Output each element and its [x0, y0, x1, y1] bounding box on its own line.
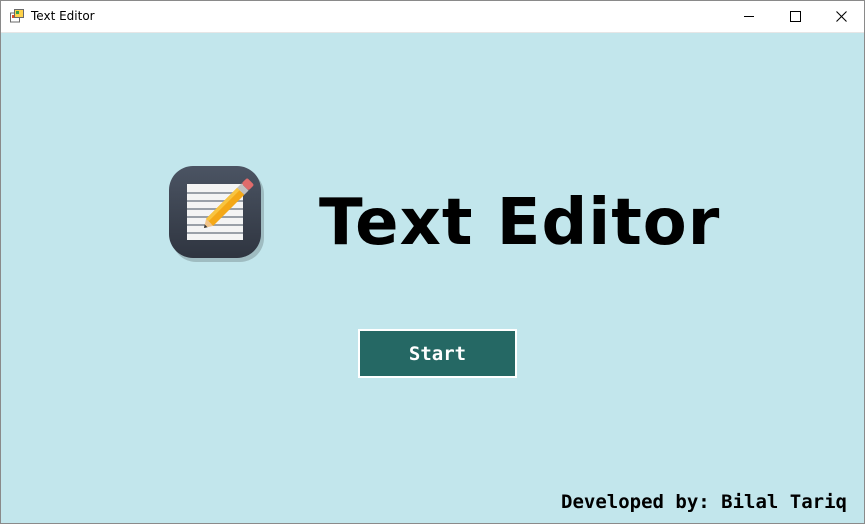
maximize-button[interactable]: [772, 1, 818, 32]
window-title: Text Editor: [31, 9, 95, 23]
start-button[interactable]: Start: [358, 329, 517, 378]
developer-credit: Developed by: Bilal Tariq: [561, 491, 847, 513]
main-panel: Text Editor Start Developed by: Bilal Ta…: [1, 33, 864, 523]
close-button[interactable]: [818, 1, 864, 32]
app-title: Text Editor: [319, 186, 721, 260]
close-icon: [835, 11, 847, 22]
notepad-pencil-icon: [169, 166, 264, 262]
maximize-icon: [789, 11, 801, 22]
app-icon: [10, 9, 24, 23]
minimize-icon: [743, 16, 754, 17]
minimize-button[interactable]: [726, 1, 772, 32]
title-bar[interactable]: Text Editor: [1, 1, 864, 33]
app-window: Text Editor Text Editor Start Developed …: [0, 0, 865, 524]
